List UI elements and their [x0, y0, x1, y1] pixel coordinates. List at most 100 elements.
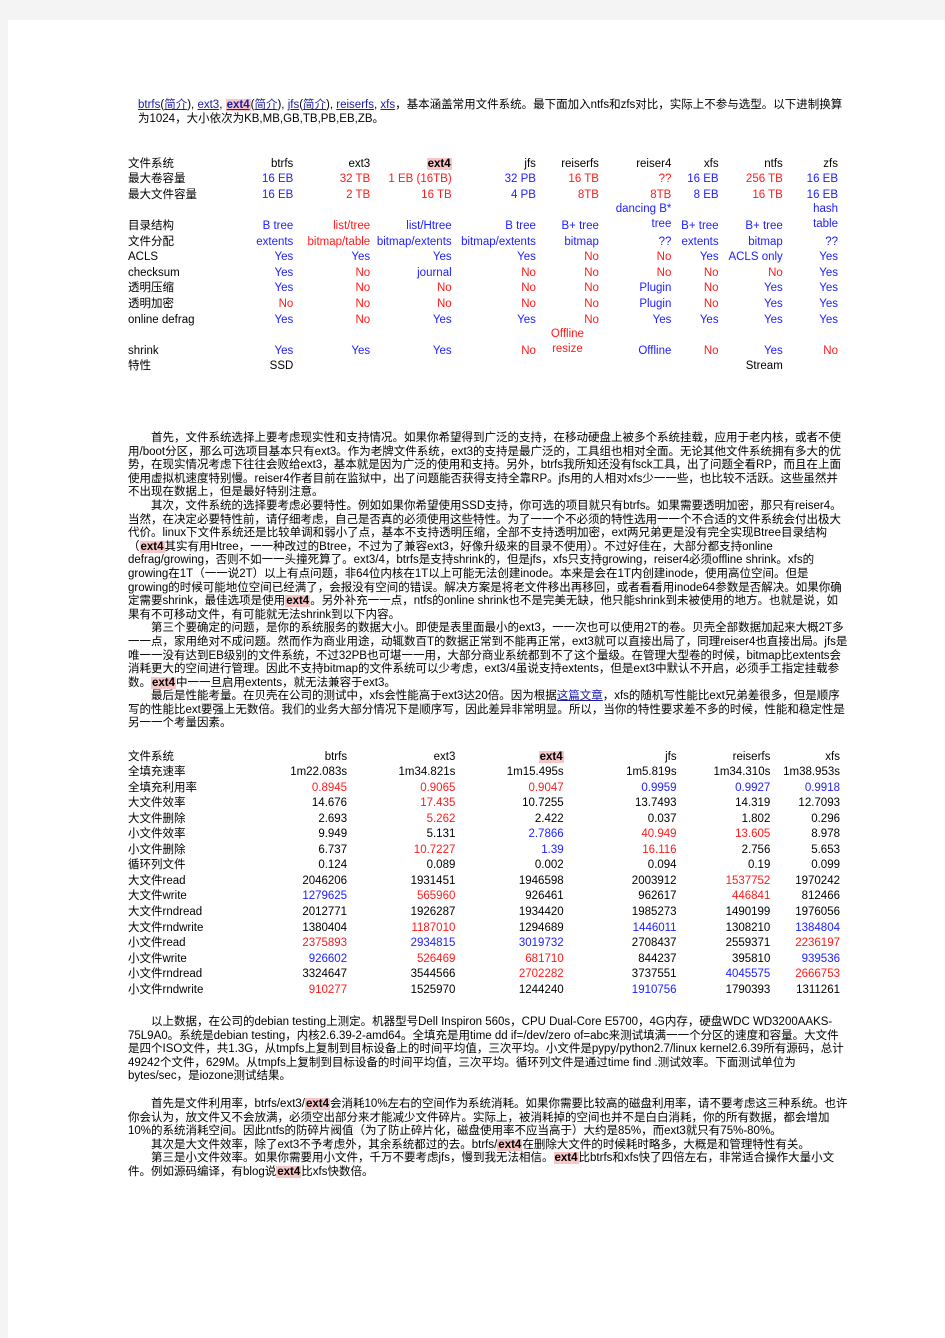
metric-value: 1m5.819s — [626, 766, 677, 779]
feature-label: 特性 — [128, 360, 151, 373]
metric-value: 1934420 — [518, 906, 564, 919]
paragraph: 最后是性能考量。在贝壳在公司的测试中，xfs会性能高于ext3达20倍。因为根据… — [128, 690, 848, 731]
metric-value: 395810 — [731, 952, 771, 965]
fs-name: reiserfs — [732, 750, 771, 763]
metric-value: 10.7227 — [413, 843, 456, 856]
feature-cell: ?? — [658, 235, 672, 248]
feature-cell — [293, 358, 370, 374]
metric-value: 1910756 — [631, 983, 677, 996]
feature-cell: No — [436, 282, 452, 295]
feature-cell — [783, 358, 838, 374]
metric-value: 3019732 — [518, 937, 564, 950]
fs-name: reiserfs — [561, 157, 599, 170]
fs-name: ntfs — [764, 157, 783, 170]
metric-value: 14.676 — [311, 797, 348, 810]
feature-cell: No — [521, 282, 536, 295]
feature-cell: ?? — [825, 235, 838, 248]
feature-cell: Yes — [764, 344, 783, 357]
intro-link[interactable]: ext3 — [197, 99, 219, 111]
metric-value: 1m34.821s — [398, 766, 456, 779]
benchmark-notes: 以上数据，在公司的debian testing上测定。机器型号Dell Insp… — [128, 1016, 848, 1180]
feature-cell: Yes — [432, 251, 452, 264]
metric-value: 526469 — [417, 952, 456, 965]
metric-value: 1976056 — [795, 906, 840, 919]
intro-link-ext4[interactable]: ext4 — [225, 99, 251, 111]
feature-cell: journal — [417, 266, 452, 279]
feature-row: 透明加密 No No No No No Plugin No Yes Yes — [128, 295, 838, 311]
feature-cell: Yes — [351, 344, 371, 357]
feature-row: 最大卷容量 16 EB 32 TB 1 EB (16TB) 32 PB 16 TB?? 16… — [128, 171, 838, 187]
metric-value: 0.9065 — [420, 781, 456, 794]
feature-cell: No — [521, 297, 536, 310]
highlighted-term: ext4 — [305, 1097, 331, 1110]
feature-label: 透明加密 — [128, 297, 174, 310]
feature-cell: Offline — [638, 344, 672, 357]
feature-cell: 32 TB — [339, 173, 371, 186]
feature-cell: Yes — [652, 313, 672, 326]
intro-link[interactable]: jfs — [288, 99, 300, 111]
metric-value: 3737551 — [631, 968, 677, 981]
perf-header-cell: ext4 — [455, 748, 564, 764]
feature-cell: SSD — [269, 360, 294, 373]
feature-cell: bitmap/extents — [376, 235, 452, 248]
metric-value: 0.9927 — [735, 781, 771, 794]
feature-cell: No — [703, 282, 719, 295]
feature-cell: B+ tree — [681, 219, 719, 232]
metric-value: 0.037 — [647, 812, 677, 825]
metric-value: 1m34.310s — [713, 766, 771, 779]
metric-value: 446841 — [731, 890, 771, 903]
metric-value: 2003912 — [631, 874, 677, 887]
metric-value: 5.131 — [426, 828, 456, 841]
feature-label: ACLS — [128, 251, 159, 264]
feature-cell: B+ tree — [561, 219, 599, 232]
metric-value: 0.8945 — [311, 781, 348, 794]
feature-row: 最大文件容量 16 EB 2 TB 16 TB 4 PB 8TB 8TB 8 EB 16 TB 1… — [128, 186, 838, 202]
feature-cell: No — [355, 313, 371, 326]
fs-name: xfs — [825, 750, 840, 763]
feature-cell — [452, 358, 536, 374]
intro-link[interactable]: 简介 — [254, 99, 277, 111]
performance-table: 文件系统 btrfs ext3 ext4 jfs reiserfs xfs 全填充速率 1m2… — [128, 748, 840, 997]
metric-value: 1380404 — [302, 921, 348, 934]
fs-name: jfs — [665, 750, 677, 763]
perf-row: 大文件rndread 2012771 1926287 1934420 1985273 14… — [128, 903, 840, 919]
feature-header-row: 文件系统 btrfs ext3 ext4 jfs reiserfs reiser4 xfs nt… — [128, 155, 838, 171]
metric-value: 910277 — [308, 983, 348, 996]
perf-row: 循环列文件 0.124 0.089 0.002 0.094 0.19 0.099 — [128, 857, 840, 873]
feature-cell: No — [768, 266, 783, 279]
intro-link[interactable]: btrfs — [138, 99, 160, 111]
metric-label: 大文件删除 — [128, 812, 186, 825]
metric-value: 844237 — [638, 952, 677, 965]
article-link[interactable]: 这篇文章 — [557, 690, 603, 702]
feature-cell: No — [521, 344, 536, 357]
feature-cell — [599, 358, 671, 374]
intro-link[interactable]: xfs — [380, 99, 395, 111]
fs-name: jfs — [524, 157, 536, 170]
document-page: btrfs(简介), ext3, ext4(简介), jfs(简介), reis… — [8, 20, 945, 1338]
metric-value: 0.9918 — [804, 781, 840, 794]
paragraph: 以上数据，在公司的debian testing上测定。机器型号Dell Insp… — [128, 1016, 848, 1084]
feature-cell: 16 EB — [806, 173, 838, 186]
feature-cell: No — [584, 251, 599, 264]
metric-value: 812466 — [801, 890, 840, 903]
metric-value: 1790393 — [725, 983, 771, 996]
paragraph: 第三是小文件效率。如果你需要用小文件，千万不要考虑jfs，慢到我无法相信。ext… — [128, 1152, 848, 1179]
metric-value: 4045575 — [725, 968, 771, 981]
intro-link[interactable]: 简介 — [164, 99, 187, 111]
feature-cell — [370, 358, 451, 374]
metric-value: 17.435 — [420, 797, 456, 810]
intro-link[interactable]: reiserfs — [336, 99, 374, 111]
metric-value: 0.094 — [647, 859, 677, 872]
feature-cell: 256 TB — [745, 173, 783, 186]
intro-link[interactable]: 简介 — [303, 99, 326, 111]
feature-cell: 4 PB — [510, 188, 536, 201]
perf-row: 全填充速率 1m22.083s 1m34.821s 1m15.495s 1m5.819s… — [128, 764, 840, 780]
metric-value: 0.296 — [811, 812, 840, 825]
metric-value: 1490199 — [725, 906, 771, 919]
feature-cell: No — [584, 313, 599, 326]
perf-header-cell: ext3 — [347, 748, 456, 764]
metric-label: 小文件rndwrite — [128, 983, 204, 996]
paragraph-text: 第三是小文件效率。如果你需要用小文件，千万不要考虑jfs，慢到我无法相信。 — [151, 1152, 554, 1165]
feature-cell: Yes — [764, 313, 783, 326]
perf-header-cell: jfs — [564, 748, 677, 764]
